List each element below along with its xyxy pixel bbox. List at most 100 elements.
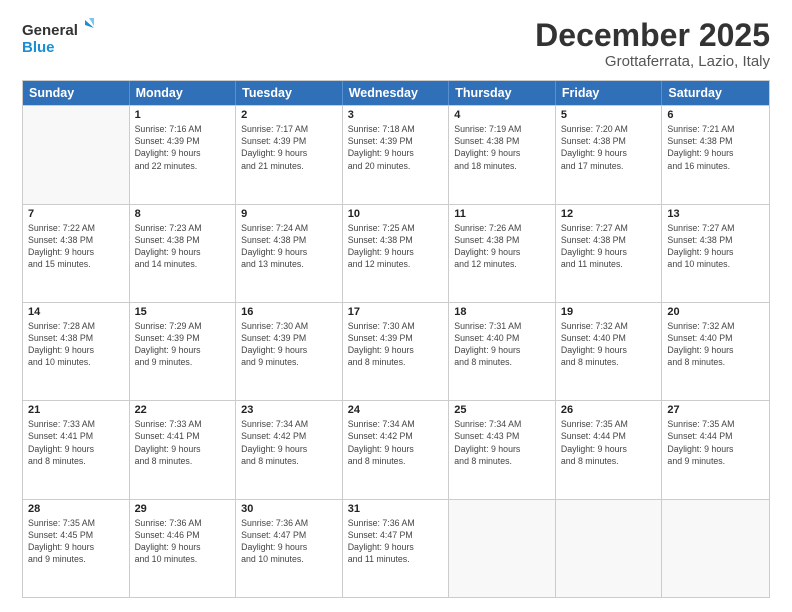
day-29: 29 Sunrise: 7:36 AMSunset: 4:46 PMDayligh… xyxy=(130,500,237,597)
day-18: 18Sunrise: 7:31 AMSunset: 4:40 PMDayligh… xyxy=(449,303,556,400)
header-day-thursday: Thursday xyxy=(449,81,556,105)
day-25: 25 Sunrise: 7:34 AMSunset: 4:43 PMDayligh… xyxy=(449,401,556,498)
day-6: 6 Sunrise: 7:21 AMSunset: 4:38 PMDaylight… xyxy=(662,106,769,203)
day-info: Sunrise: 7:22 AMSunset: 4:38 PMDaylight:… xyxy=(28,222,124,271)
header-day-wednesday: Wednesday xyxy=(343,81,450,105)
day-number: 3 xyxy=(348,109,444,121)
day-number: 17 xyxy=(348,306,444,318)
empty-cell-4-6 xyxy=(662,500,769,597)
day-2: 2Sunrise: 7:17 AMSunset: 4:39 PMDaylight… xyxy=(236,106,343,203)
day-24: 24Sunrise: 7:34 AMSunset: 4:42 PMDayligh… xyxy=(343,401,450,498)
day-22: 22Sunrise: 7:33 AMSunset: 4:41 PMDayligh… xyxy=(130,401,237,498)
header-day-sunday: Sunday xyxy=(23,81,130,105)
day-3: 3Sunrise: 7:18 AMSunset: 4:39 PMDaylight… xyxy=(343,106,450,203)
day-info: Sunrise: 7:27 AMSunset: 4:38 PMDaylight:… xyxy=(561,222,657,271)
day-30: 30 Sunrise: 7:36 AMSunset: 4:47 PMDayligh… xyxy=(236,500,343,597)
day-info: Sunrise: 7:25 AMSunset: 4:38 PMDaylight:… xyxy=(348,222,444,271)
day-10: 10 Sunrise: 7:25 AMSunset: 4:38 PMDayligh… xyxy=(343,205,450,302)
day-number: 7 xyxy=(28,208,124,220)
title-block: December 2025 Grottaferrata, Lazio, Ital… xyxy=(535,18,770,70)
day-number: 31 xyxy=(348,503,444,515)
header-day-monday: Monday xyxy=(130,81,237,105)
day-number: 13 xyxy=(667,208,764,220)
day-info: Sunrise: 7:32 AMSunset: 4:40 PMDaylight:… xyxy=(561,320,657,369)
day-info: Sunrise: 7:16 AMSunset: 4:39 PMDaylight:… xyxy=(135,123,231,172)
day-31: 31 Sunrise: 7:36 AMSunset: 4:47 PMDayligh… xyxy=(343,500,450,597)
day-info: Sunrise: 7:35 AMSunset: 4:44 PMDaylight:… xyxy=(561,418,657,467)
day-number: 10 xyxy=(348,208,444,220)
day-info: Sunrise: 7:35 AMSunset: 4:44 PMDaylight:… xyxy=(667,418,764,467)
day-info: Sunrise: 7:30 AMSunset: 4:39 PMDaylight:… xyxy=(241,320,337,369)
header-day-saturday: Saturday xyxy=(662,81,769,105)
calendar-body: 1 Sunrise: 7:16 AMSunset: 4:39 PMDaylight… xyxy=(23,105,769,597)
day-number: 9 xyxy=(241,208,337,220)
day-7: 7 Sunrise: 7:22 AMSunset: 4:38 PMDaylight… xyxy=(23,205,130,302)
day-number: 1 xyxy=(135,109,231,121)
month-title: December 2025 xyxy=(535,18,770,53)
day-number: 26 xyxy=(561,404,657,416)
calendar-header-row: SundayMondayTuesdayWednesdayThursdayFrid… xyxy=(23,81,769,105)
day-1: 1 Sunrise: 7:16 AMSunset: 4:39 PMDaylight… xyxy=(130,106,237,203)
empty-cell-4-4 xyxy=(449,500,556,597)
day-info: Sunrise: 7:36 AMSunset: 4:46 PMDaylight:… xyxy=(135,517,231,566)
calendar-week-3: 14Sunrise: 7:28 AMSunset: 4:38 PMDayligh… xyxy=(23,302,769,400)
day-info: Sunrise: 7:35 AMSunset: 4:45 PMDaylight:… xyxy=(28,517,124,566)
day-info: Sunrise: 7:21 AMSunset: 4:38 PMDaylight:… xyxy=(667,123,764,172)
day-number: 8 xyxy=(135,208,231,220)
day-21: 21 Sunrise: 7:33 AMSunset: 4:41 PMDayligh… xyxy=(23,401,130,498)
day-27: 27 Sunrise: 7:35 AMSunset: 4:44 PMDayligh… xyxy=(662,401,769,498)
day-8: 8Sunrise: 7:23 AMSunset: 4:38 PMDaylight… xyxy=(130,205,237,302)
calendar-week-4: 21 Sunrise: 7:33 AMSunset: 4:41 PMDayligh… xyxy=(23,400,769,498)
day-number: 6 xyxy=(667,109,764,121)
day-26: 26 Sunrise: 7:35 AMSunset: 4:44 PMDayligh… xyxy=(556,401,663,498)
day-19: 19 Sunrise: 7:32 AMSunset: 4:40 PMDayligh… xyxy=(556,303,663,400)
location: Grottaferrata, Lazio, Italy xyxy=(535,53,770,70)
day-12: 12 Sunrise: 7:27 AMSunset: 4:38 PMDayligh… xyxy=(556,205,663,302)
svg-text:Blue: Blue xyxy=(22,39,55,56)
day-number: 12 xyxy=(561,208,657,220)
day-number: 16 xyxy=(241,306,337,318)
header: General Blue December 2025 Grottaferrata… xyxy=(22,18,770,70)
day-number: 5 xyxy=(561,109,657,121)
day-number: 29 xyxy=(135,503,231,515)
day-info: Sunrise: 7:20 AMSunset: 4:38 PMDaylight:… xyxy=(561,123,657,172)
empty-cell-0-0 xyxy=(23,106,130,203)
day-4: 4Sunrise: 7:19 AMSunset: 4:38 PMDaylight… xyxy=(449,106,556,203)
day-info: Sunrise: 7:33 AMSunset: 4:41 PMDaylight:… xyxy=(28,418,124,467)
day-13: 13 Sunrise: 7:27 AMSunset: 4:38 PMDayligh… xyxy=(662,205,769,302)
svg-text:General: General xyxy=(22,22,78,39)
day-info: Sunrise: 7:34 AMSunset: 4:43 PMDaylight:… xyxy=(454,418,550,467)
day-9: 9 Sunrise: 7:24 AMSunset: 4:38 PMDaylight… xyxy=(236,205,343,302)
day-5: 5 Sunrise: 7:20 AMSunset: 4:38 PMDaylight… xyxy=(556,106,663,203)
empty-cell-4-5 xyxy=(556,500,663,597)
calendar-week-5: 28 Sunrise: 7:35 AMSunset: 4:45 PMDayligh… xyxy=(23,499,769,597)
day-info: Sunrise: 7:36 AMSunset: 4:47 PMDaylight:… xyxy=(348,517,444,566)
day-info: Sunrise: 7:30 AMSunset: 4:39 PMDaylight:… xyxy=(348,320,444,369)
calendar-week-2: 7 Sunrise: 7:22 AMSunset: 4:38 PMDaylight… xyxy=(23,204,769,302)
day-info: Sunrise: 7:29 AMSunset: 4:39 PMDaylight:… xyxy=(135,320,231,369)
day-number: 30 xyxy=(241,503,337,515)
day-11: 11Sunrise: 7:26 AMSunset: 4:38 PMDayligh… xyxy=(449,205,556,302)
day-number: 20 xyxy=(667,306,764,318)
day-number: 23 xyxy=(241,404,337,416)
day-info: Sunrise: 7:27 AMSunset: 4:38 PMDaylight:… xyxy=(667,222,764,271)
day-number: 28 xyxy=(28,503,124,515)
day-number: 19 xyxy=(561,306,657,318)
day-17: 17 Sunrise: 7:30 AMSunset: 4:39 PMDayligh… xyxy=(343,303,450,400)
day-info: Sunrise: 7:24 AMSunset: 4:38 PMDaylight:… xyxy=(241,222,337,271)
day-28: 28 Sunrise: 7:35 AMSunset: 4:45 PMDayligh… xyxy=(23,500,130,597)
logo: General Blue xyxy=(22,18,94,61)
day-info: Sunrise: 7:33 AMSunset: 4:41 PMDaylight:… xyxy=(135,418,231,467)
day-number: 2 xyxy=(241,109,337,121)
day-number: 25 xyxy=(454,404,550,416)
day-number: 27 xyxy=(667,404,764,416)
day-16: 16 Sunrise: 7:30 AMSunset: 4:39 PMDayligh… xyxy=(236,303,343,400)
day-number: 21 xyxy=(28,404,124,416)
calendar: SundayMondayTuesdayWednesdayThursdayFrid… xyxy=(22,80,770,598)
day-number: 24 xyxy=(348,404,444,416)
day-20: 20Sunrise: 7:32 AMSunset: 4:40 PMDayligh… xyxy=(662,303,769,400)
logo-svg: General Blue xyxy=(22,18,94,61)
calendar-week-1: 1 Sunrise: 7:16 AMSunset: 4:39 PMDaylight… xyxy=(23,105,769,203)
day-info: Sunrise: 7:36 AMSunset: 4:47 PMDaylight:… xyxy=(241,517,337,566)
page: General Blue December 2025 Grottaferrata… xyxy=(0,0,792,612)
